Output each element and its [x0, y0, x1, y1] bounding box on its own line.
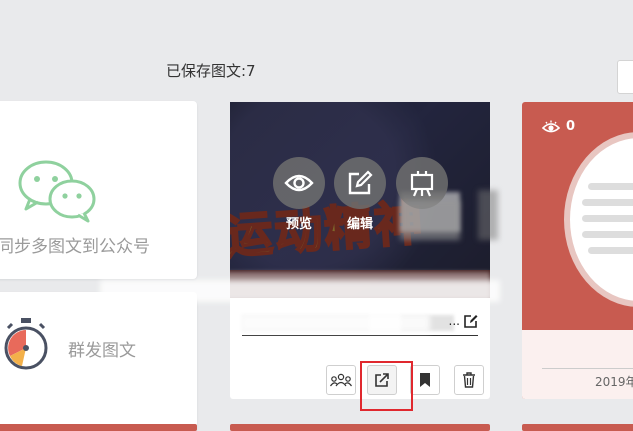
sync-label: 同步多图文到公众号 [0, 237, 150, 257]
group-send-icon [330, 373, 352, 387]
next-card-edge [0, 424, 197, 431]
edit-label: 编辑 [346, 217, 373, 232]
preview-action[interactable]: 预览 [273, 157, 325, 232]
article-card-2[interactable]: 0 2019年 [522, 102, 633, 399]
article-date: 2019年 [595, 375, 633, 389]
group-send-button[interactable] [326, 365, 356, 395]
article-card[interactable]: 运动精神 预览 编辑 [230, 102, 490, 399]
edit-title-icon[interactable] [464, 314, 478, 328]
top-right-input[interactable] [617, 60, 633, 94]
edit-action[interactable]: 编辑 [334, 157, 386, 232]
group-send-label: 群发图文 [68, 341, 136, 361]
stopwatch-icon [4, 318, 48, 370]
eye-icon [542, 120, 560, 132]
next-card-edge [230, 424, 490, 431]
title-ellipsis: ... [448, 314, 460, 328]
preview-label: 预览 [285, 217, 312, 232]
wechat-icon [18, 160, 96, 223]
bookmark-button[interactable] [410, 365, 440, 395]
share-highlight-annotation [360, 361, 413, 411]
presentation-icon [410, 171, 434, 197]
views-counter: 0 [542, 119, 575, 134]
next-card-edge [522, 424, 633, 431]
trash-icon [463, 372, 475, 388]
saved-count-label: 已保存图文:7 [166, 62, 256, 80]
bookmark-icon [420, 373, 430, 387]
delete-button[interactable] [454, 365, 484, 395]
group-send-card[interactable]: 群发图文 [0, 292, 197, 431]
edit-icon [348, 170, 373, 195]
views-count: 0 [566, 119, 576, 134]
eye-icon [284, 174, 314, 192]
